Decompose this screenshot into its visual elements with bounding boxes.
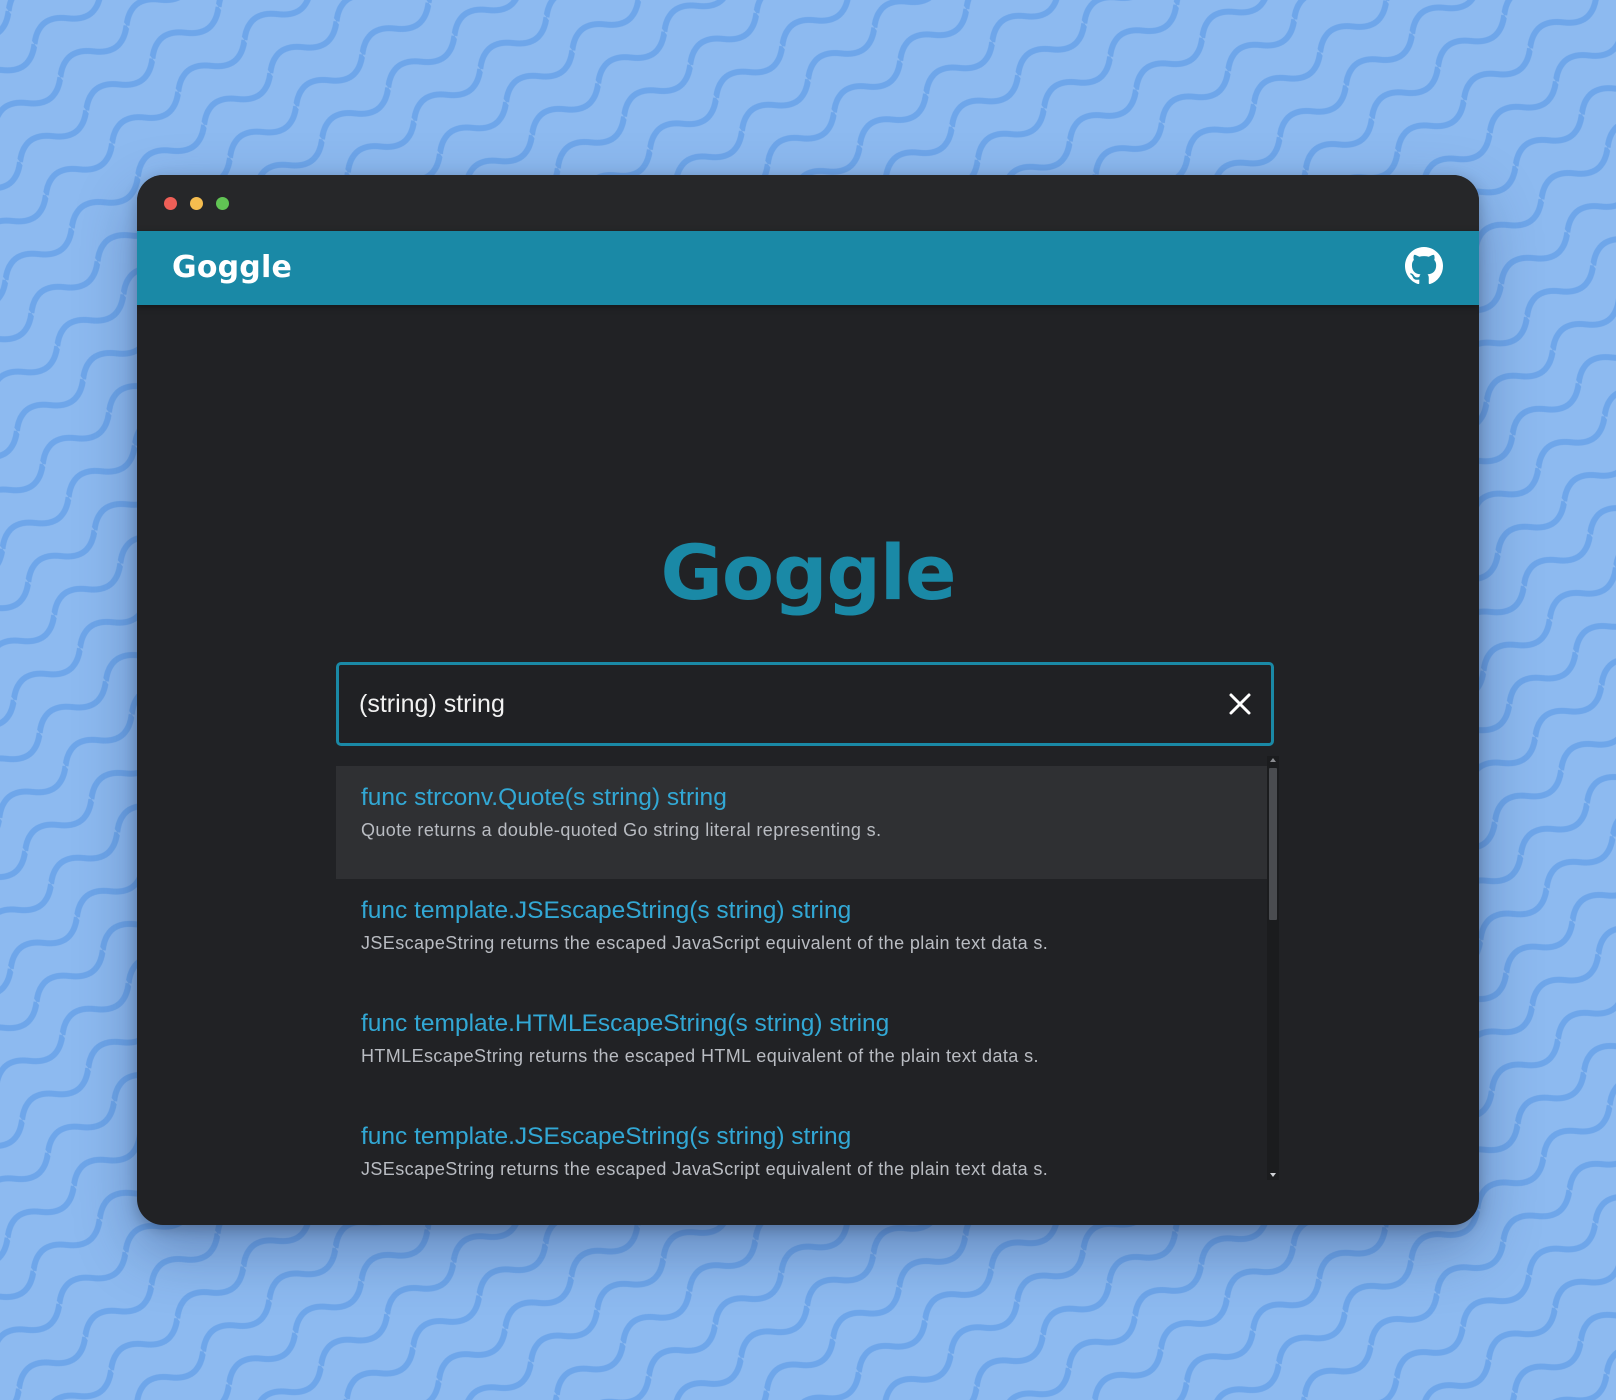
app-title: Goggle — [172, 250, 293, 285]
result-item[interactable]: func template.HTMLEscapeString(s string)… — [336, 992, 1267, 1105]
goggle-logo: Goggle — [660, 528, 957, 617]
result-list: func strconv.Quote(s string) string Quot… — [336, 766, 1267, 1180]
close-icon — [1229, 693, 1251, 715]
scroll-thumb[interactable] — [1269, 768, 1277, 920]
search-results: func strconv.Quote(s string) string Quot… — [336, 756, 1279, 1180]
scroll-up-arrow-icon[interactable] — [1270, 758, 1276, 762]
result-item[interactable]: func template.JSEscapeString(s string) s… — [336, 1105, 1267, 1180]
result-signature[interactable]: func template.JSEscapeString(s string) s… — [361, 896, 1267, 926]
github-link[interactable] — [1405, 247, 1443, 285]
github-icon — [1405, 247, 1443, 285]
clear-search-button[interactable] — [1227, 691, 1253, 717]
results-scrollbar[interactable] — [1267, 756, 1279, 1180]
search-input[interactable] — [359, 665, 1219, 743]
window-minimize-button[interactable] — [190, 197, 203, 210]
result-description: JSEscapeString returns the escaped JavaS… — [361, 933, 1049, 953]
window-close-button[interactable] — [164, 197, 177, 210]
app-window: Goggle Goggle func strconv.Quote(s strin… — [137, 175, 1479, 1225]
main-content: Goggle func strconv.Quote(s string) stri… — [137, 305, 1479, 1225]
result-signature[interactable]: func strconv.Quote(s string) string — [361, 783, 1267, 813]
result-description: Quote returns a double-quoted Go string … — [361, 820, 882, 840]
result-item[interactable]: func template.JSEscapeString(s string) s… — [336, 879, 1267, 992]
app-header: Goggle — [137, 231, 1479, 305]
window-maximize-button[interactable] — [216, 197, 229, 210]
scroll-down-arrow-icon[interactable] — [1270, 1173, 1276, 1177]
result-signature[interactable]: func template.HTMLEscapeString(s string)… — [361, 1009, 1267, 1039]
result-description: HTMLEscapeString returns the escaped HTM… — [361, 1046, 1039, 1066]
result-description: JSEscapeString returns the escaped JavaS… — [361, 1159, 1049, 1179]
window-titlebar — [137, 175, 1479, 231]
search-box — [336, 662, 1274, 746]
result-signature[interactable]: func template.JSEscapeString(s string) s… — [361, 1122, 1267, 1152]
result-item[interactable]: func strconv.Quote(s string) string Quot… — [336, 766, 1267, 879]
